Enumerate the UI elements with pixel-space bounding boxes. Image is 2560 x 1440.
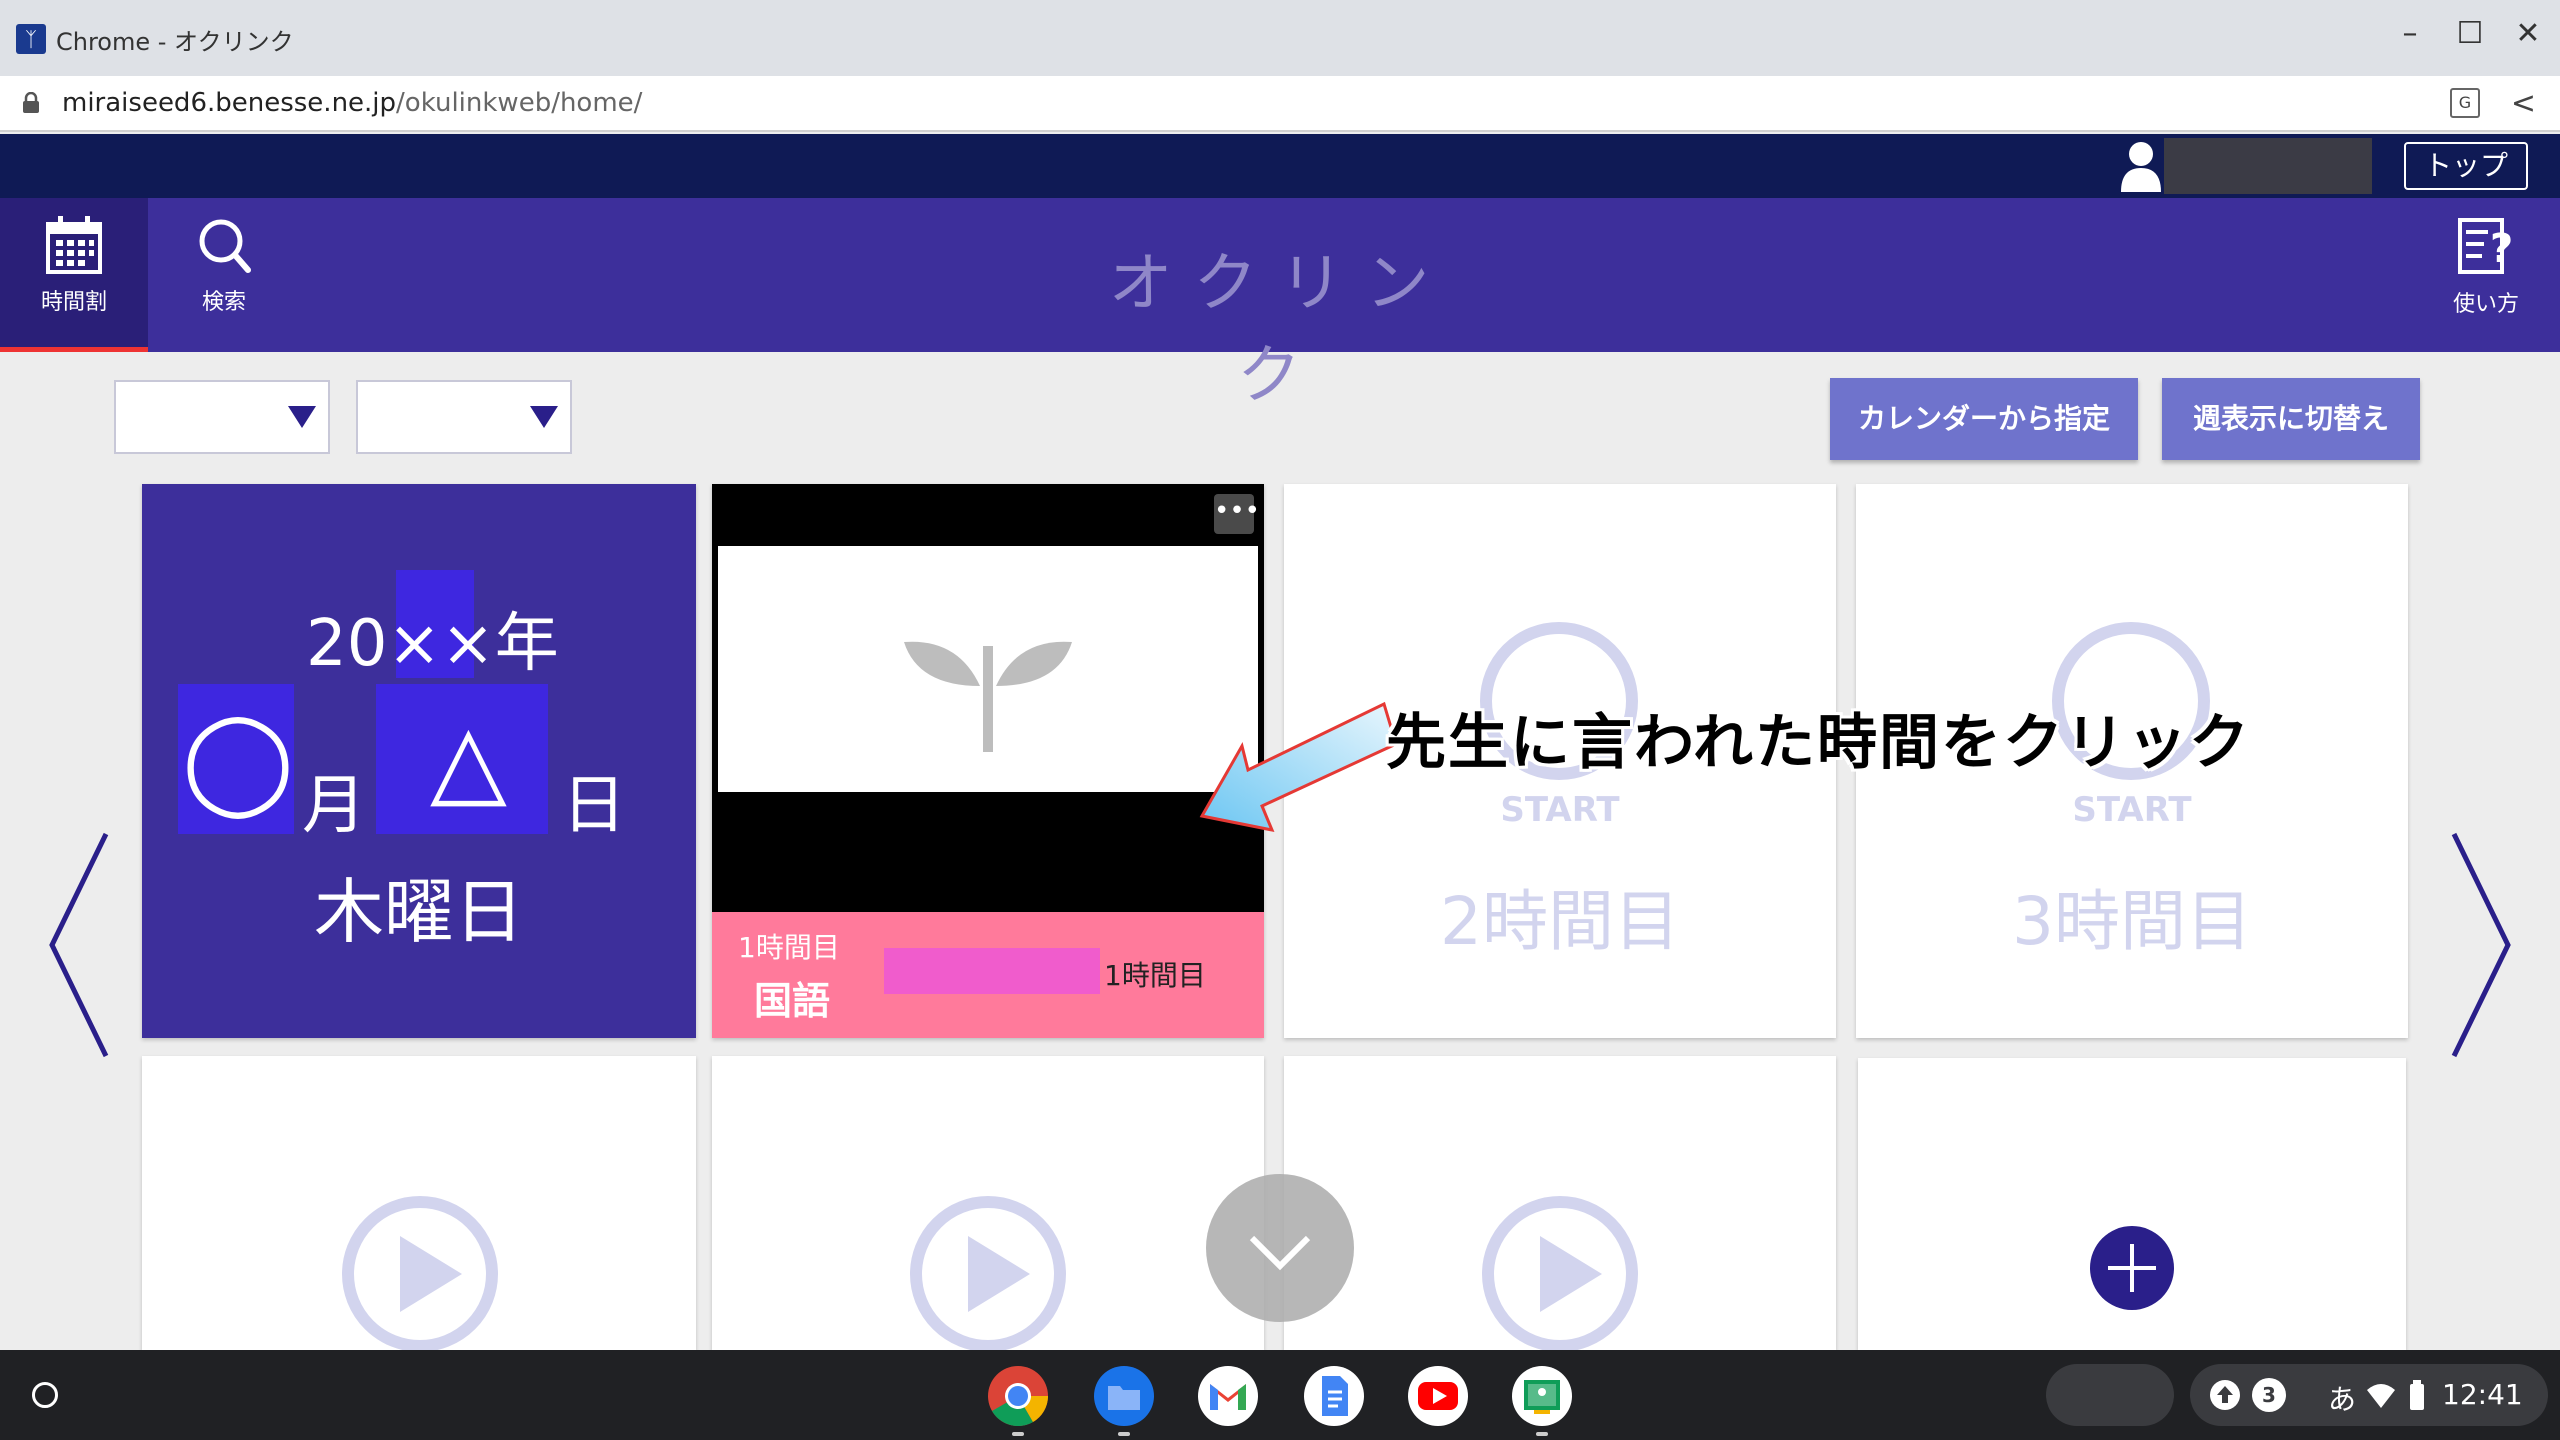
status-tray[interactable]: 3 あ 12:41: [2190, 1364, 2548, 1426]
callout-arrow-icon: [1199, 701, 1398, 833]
period-card-4[interactable]: [142, 1056, 696, 1350]
os-shelf: 3 あ 12:41: [0, 1350, 2560, 1440]
lesson-card-header: •••: [712, 484, 1264, 546]
date-year: 20××年: [306, 607, 559, 681]
play-button-icon: [910, 1196, 1066, 1350]
app-title: オクリンク: [1108, 247, 1452, 413]
add-period-card[interactable]: [1858, 1058, 2406, 1350]
address-bar[interactable]: miraiseed6.benesse.ne.jp/okulinkweb/home…: [0, 76, 2560, 132]
window-titlebar: ᛉ Chrome - オクリンク – ☐ ✕: [0, 0, 2560, 76]
url-text[interactable]: miraiseed6.benesse.ne.jp/okulinkweb/home…: [62, 88, 642, 118]
help-icon: ?: [2458, 218, 2513, 274]
youtube-icon[interactable]: [1406, 1364, 1470, 1428]
dropdown-arrow-icon: [288, 406, 316, 428]
share-icon[interactable]: <: [2511, 86, 2536, 121]
nav-timetable[interactable]: 時間割: [0, 198, 148, 352]
launcher-button[interactable]: [14, 1370, 76, 1420]
app-navbar: 時間割 検索 オクリンク ? 使い方: [0, 198, 2560, 413]
calendar-select-button[interactable]: カレンダーから指定: [1830, 378, 2138, 460]
search-icon: [199, 219, 251, 273]
gmail-icon[interactable]: [1196, 1364, 1260, 1428]
sprout-icon: [904, 641, 1072, 752]
year-select[interactable]: [114, 380, 330, 454]
classroom-icon[interactable]: [1510, 1364, 1574, 1428]
lesson-thumbnail: [718, 546, 1258, 852]
window-title: Chrome - オクリンク: [56, 28, 294, 56]
svg-text:?: ?: [2490, 226, 2513, 272]
chrome-icon[interactable]: [986, 1364, 1050, 1428]
period-start-label: START: [2072, 790, 2192, 830]
launcher-icon: [32, 1382, 58, 1408]
upload-icon: [2210, 1380, 2240, 1410]
period-label: 2時間目: [1440, 883, 1680, 960]
url-domain: miraiseed6.benesse.ne.jp: [62, 88, 397, 118]
date-weekday: 木曜日: [314, 871, 524, 953]
wifi-icon: [2367, 1384, 2395, 1408]
play-button-icon: [1482, 1196, 1638, 1350]
nav-timetable-label: 時間割: [40, 290, 107, 315]
user-icon: [2121, 142, 2161, 192]
add-icon[interactable]: [2090, 1226, 2174, 1310]
ime-indicator: あ: [2328, 1383, 2357, 1416]
user-name-redacted: [2164, 138, 2372, 194]
date-month-unit: 月: [302, 769, 366, 843]
lesson-card-period-1[interactable]: ••• 1時間目 国語 1時間目: [712, 484, 1264, 1038]
files-icon[interactable]: [1092, 1364, 1156, 1428]
period-card-5[interactable]: [712, 1056, 1264, 1350]
week-view-button[interactable]: 週表示に切替え: [2162, 378, 2420, 460]
calendar-icon: [46, 216, 102, 274]
chevron-down-icon: [1249, 1235, 1311, 1271]
date-card: 20××年 ◯ 月 △ 日 木曜日: [142, 484, 696, 1038]
instruction-callout: 先生に言われた時間をクリック: [1386, 708, 2251, 778]
translate-icon[interactable]: G: [2450, 88, 2480, 118]
url-path: /okulinkweb/home/: [396, 88, 643, 118]
lesson-title-suffix: 1時間目: [1104, 959, 1206, 992]
lesson-card-footer: 1時間目 国語 1時間目: [712, 912, 1264, 1038]
docs-icon[interactable]: [1302, 1364, 1366, 1428]
previous-day-arrow-icon[interactable]: [44, 830, 114, 1060]
nav-help[interactable]: ? 使い方: [2412, 198, 2560, 352]
lesson-period: 1時間目: [738, 931, 840, 964]
lesson-subject: 国語: [754, 979, 831, 1023]
dropdown-arrow-icon: [530, 406, 558, 428]
lock-icon: [23, 92, 39, 113]
notification-count-badge: 3: [2252, 1378, 2286, 1412]
app-logo-icon: ᛉ: [16, 24, 46, 54]
clock: 12:41: [2442, 1378, 2523, 1411]
period-label: 3時間目: [2012, 883, 2252, 960]
minimize-button[interactable]: –: [2390, 16, 2430, 51]
class-select[interactable]: [356, 380, 572, 454]
date-day-value: △: [430, 701, 507, 818]
date-day-unit: 日: [562, 769, 626, 843]
period-card-6[interactable]: [1284, 1056, 1836, 1350]
more-options-button[interactable]: •••: [1214, 494, 1260, 534]
lesson-title-redacted: [884, 948, 1100, 994]
nav-search[interactable]: 検索: [150, 198, 298, 352]
tray-screen-capture[interactable]: [2046, 1364, 2174, 1426]
nav-help-label: 使い方: [2452, 292, 2519, 317]
app-header: トップ: [0, 134, 2560, 198]
nav-search-label: 検索: [201, 290, 246, 315]
top-button[interactable]: トップ: [2404, 142, 2528, 190]
battery-icon: [2410, 1380, 2424, 1410]
close-button[interactable]: ✕: [2508, 16, 2548, 51]
next-day-arrow-icon[interactable]: [2446, 830, 2516, 1060]
maximize-button[interactable]: ☐: [2450, 16, 2490, 51]
date-month-value: ◯: [182, 701, 294, 818]
scroll-down-button[interactable]: [1206, 1174, 1354, 1322]
play-button-icon: [342, 1196, 498, 1350]
